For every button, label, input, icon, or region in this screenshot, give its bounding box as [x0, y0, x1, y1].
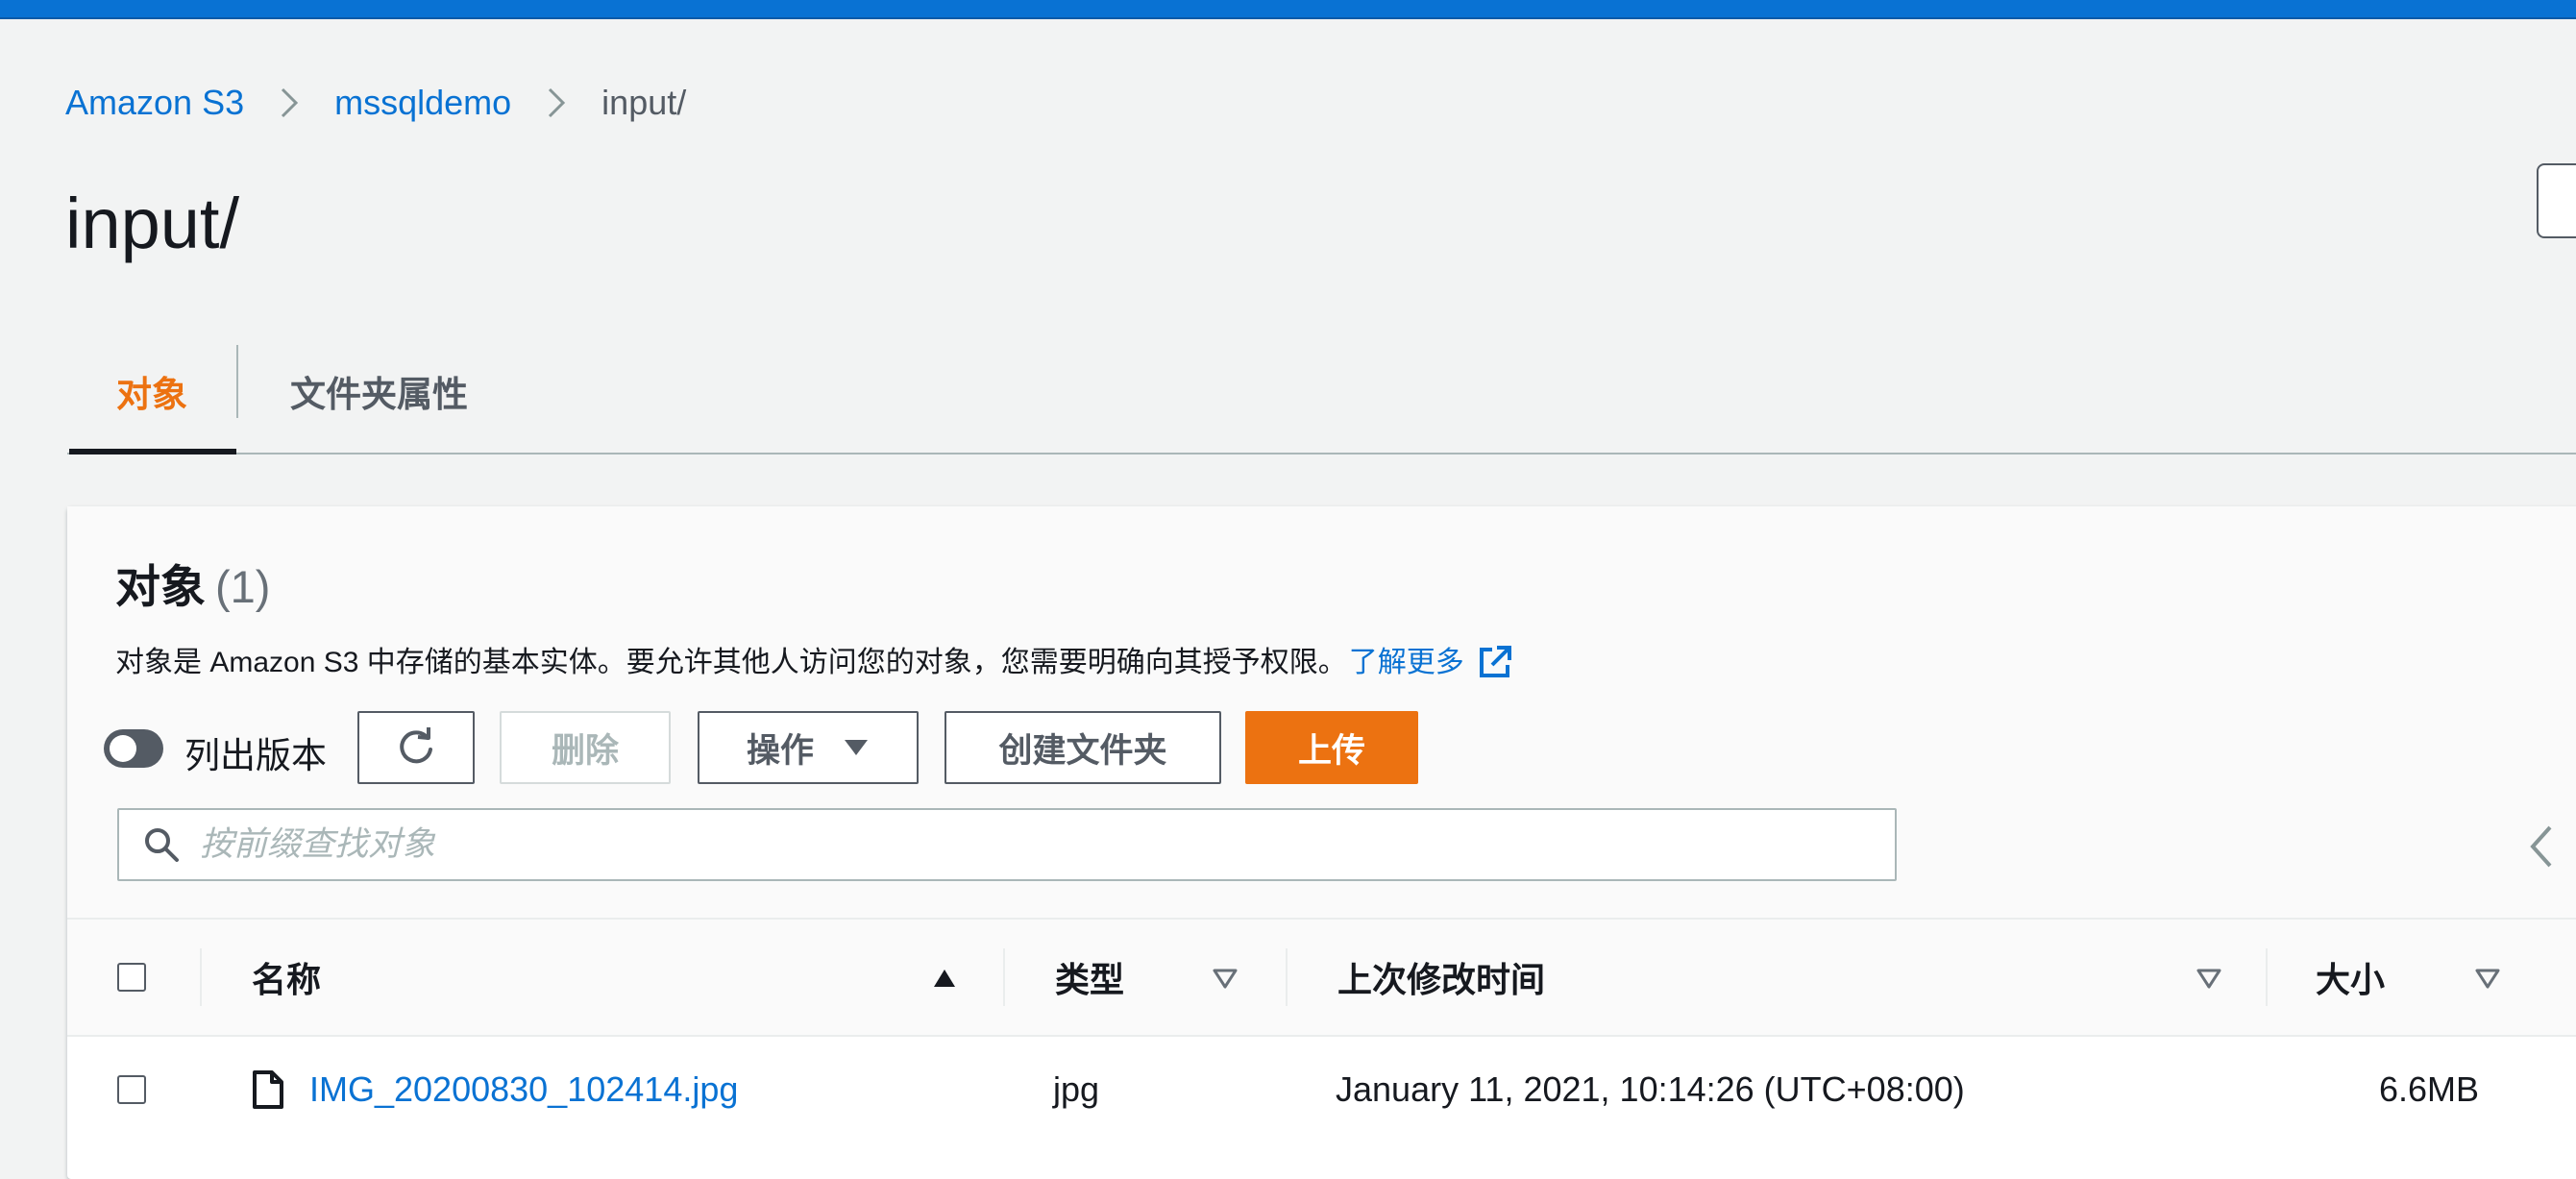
table-header: 名称 类型 上次修改时间 大小	[67, 920, 2576, 1037]
top-accent-bar	[0, 0, 2576, 19]
column-header-last-modified[interactable]: 上次修改时间	[1337, 920, 1545, 1035]
chevron-right-icon	[511, 86, 601, 119]
tab-list: 对象 文件夹属性	[67, 332, 2576, 454]
column-separator	[1286, 948, 1288, 1006]
breadcrumb: Amazon S3 mssqldemo input/	[65, 79, 686, 127]
refresh-icon	[400, 727, 432, 764]
search-input[interactable]	[198, 824, 1835, 865]
actions-label: 操作	[746, 731, 814, 770]
sort-icon[interactable]	[2475, 968, 2500, 989]
object-name-link[interactable]: IMG_20200830_102414.jpg	[309, 1069, 738, 1110]
file-icon	[253, 1070, 283, 1109]
tab-folder-properties-label: 文件夹属性	[290, 375, 468, 414]
sort-ascending-icon[interactable]	[932, 968, 957, 989]
page-title: input/	[65, 184, 240, 263]
select-all-checkbox[interactable]	[117, 963, 146, 992]
panel-title: 对象 (1)	[115, 558, 270, 616]
column-header-type[interactable]: 类型	[1055, 920, 1124, 1035]
list-versions-label: 列出版本	[184, 736, 327, 775]
learn-more-link[interactable]: 了解更多	[1349, 638, 1464, 680]
tab-folder-properties[interactable]: 文件夹属性	[290, 332, 468, 451]
column-separator	[1003, 948, 1005, 1006]
breadcrumb-current-folder: input/	[601, 83, 687, 122]
objects-panel: 对象 (1) 对象是 Amazon S3 中存储的基本实体。要允许其他人访问您的对…	[67, 506, 2576, 1179]
sort-icon[interactable]	[2196, 968, 2221, 989]
tab-divider	[236, 345, 238, 418]
row-checkbox[interactable]	[117, 1075, 146, 1104]
chevron-left-icon[interactable]	[2527, 823, 2556, 870]
upload-button[interactable]: 上传	[1245, 711, 1418, 784]
tab-objects[interactable]: 对象	[67, 332, 236, 454]
actions-dropdown-button[interactable]: 操作	[698, 711, 919, 784]
search-box	[117, 808, 1897, 881]
create-folder-button[interactable]: 创建文件夹	[945, 711, 1221, 784]
objects-panel-header: 对象 (1) 对象是 Amazon S3 中存储的基本实体。要允许其他人访问您的对…	[67, 506, 2576, 920]
breadcrumb-amazon-s3[interactable]: Amazon S3	[65, 83, 244, 123]
delete-button[interactable]: 删除	[500, 711, 671, 784]
header-action-button[interactable]	[2537, 163, 2576, 238]
sort-icon[interactable]	[1213, 968, 1238, 989]
list-versions-toggle[interactable]	[104, 729, 163, 768]
caret-down-icon	[845, 740, 868, 755]
panel-description: 对象是 Amazon S3 中存储的基本实体。要允许其他人访问您的对象，您需要明…	[115, 637, 1514, 681]
column-header-name[interactable]: 名称	[252, 920, 321, 1035]
search-icon	[145, 828, 179, 862]
tab-objects-label: 对象	[116, 375, 187, 414]
chevron-right-icon	[244, 86, 334, 119]
panel-description-text: 对象是 Amazon S3 中存储的基本实体。要允许其他人访问您的对象，您需要明…	[115, 647, 1347, 678]
external-link-icon[interactable]	[1476, 643, 1514, 681]
breadcrumb-bucket[interactable]: mssqldemo	[334, 83, 511, 123]
object-count: (1)	[215, 561, 271, 612]
panel-title-text: 对象	[115, 561, 206, 612]
column-header-size[interactable]: 大小	[2316, 920, 2385, 1035]
column-separator	[2266, 948, 2268, 1006]
column-separator	[200, 948, 202, 1006]
refresh-button[interactable]	[357, 711, 475, 784]
toggle-knob	[110, 735, 136, 762]
